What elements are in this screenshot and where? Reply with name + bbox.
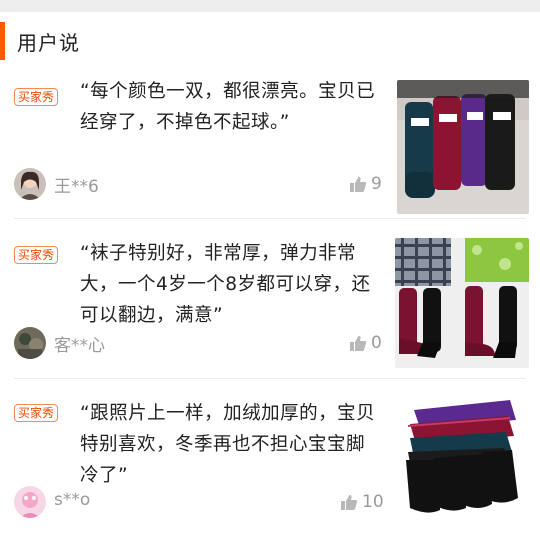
like-button[interactable]: 9 [349, 174, 382, 194]
avatar[interactable] [14, 327, 46, 359]
section-title: 用户说 [17, 31, 80, 55]
like-count: 0 [371, 333, 382, 353]
review-item[interactable]: 买家秀 “每个颜色一双，都很漂亮。宝贝已经穿了，不掉色不起球。” 王**6 9 [0, 70, 540, 218]
kids-wearing-socks-photo-icon [395, 238, 529, 368]
review-thumbnail[interactable] [395, 238, 529, 368]
top-strip [0, 0, 540, 12]
review-thumbnail[interactable] [397, 80, 529, 214]
divider [14, 378, 526, 379]
section-header: 用户说 [0, 20, 540, 60]
avatar-girl-photo-icon [14, 168, 46, 200]
thumbs-up-icon [341, 494, 358, 510]
divider [14, 218, 526, 219]
review-text: “跟照片上一样，加绒加厚的，宝贝特别喜欢，冬季再也不担心宝宝脚冷了” [80, 403, 376, 486]
like-count: 10 [362, 492, 384, 512]
username: 王**6 [54, 177, 99, 197]
username: 客**心 [54, 336, 105, 356]
thumbs-up-icon [350, 176, 367, 192]
buyer-show-badge: 买家秀 [14, 246, 59, 264]
buyer-show-badge: 买家秀 [14, 88, 59, 106]
avatar-pink-photo-icon [14, 486, 46, 518]
avatar[interactable] [14, 486, 46, 518]
username: s**o [54, 490, 91, 510]
section-accent-bar [0, 22, 5, 60]
review-text: “袜子特别好，非常厚，弹力非常大，一个4岁一个8岁都可以穿，还可以翻边，满意” [80, 243, 371, 326]
review-text: “每个颜色一双，都很漂亮。宝贝已经穿了，不掉色不起球。” [80, 81, 376, 133]
like-count: 9 [371, 174, 382, 194]
stacked-socks-photo-icon [400, 390, 526, 518]
like-button[interactable]: 0 [349, 333, 382, 353]
review-item[interactable]: 买家秀 “跟照片上一样，加绒加厚的，宝贝特别喜欢，冬季再也不担心宝宝脚冷了” s… [0, 390, 540, 550]
review-item[interactable]: 买家秀 “袜子特别好，非常厚，弹力非常大，一个4岁一个8岁都可以穿，还可以翻边，… [0, 230, 540, 376]
avatar-photo-icon [14, 327, 46, 359]
colored-socks-photo-icon [397, 80, 529, 214]
avatar[interactable] [14, 168, 46, 200]
thumbs-up-icon [350, 335, 367, 351]
like-button[interactable]: 10 [340, 492, 384, 512]
review-thumbnail[interactable] [400, 390, 526, 518]
buyer-show-badge: 买家秀 [14, 404, 59, 422]
